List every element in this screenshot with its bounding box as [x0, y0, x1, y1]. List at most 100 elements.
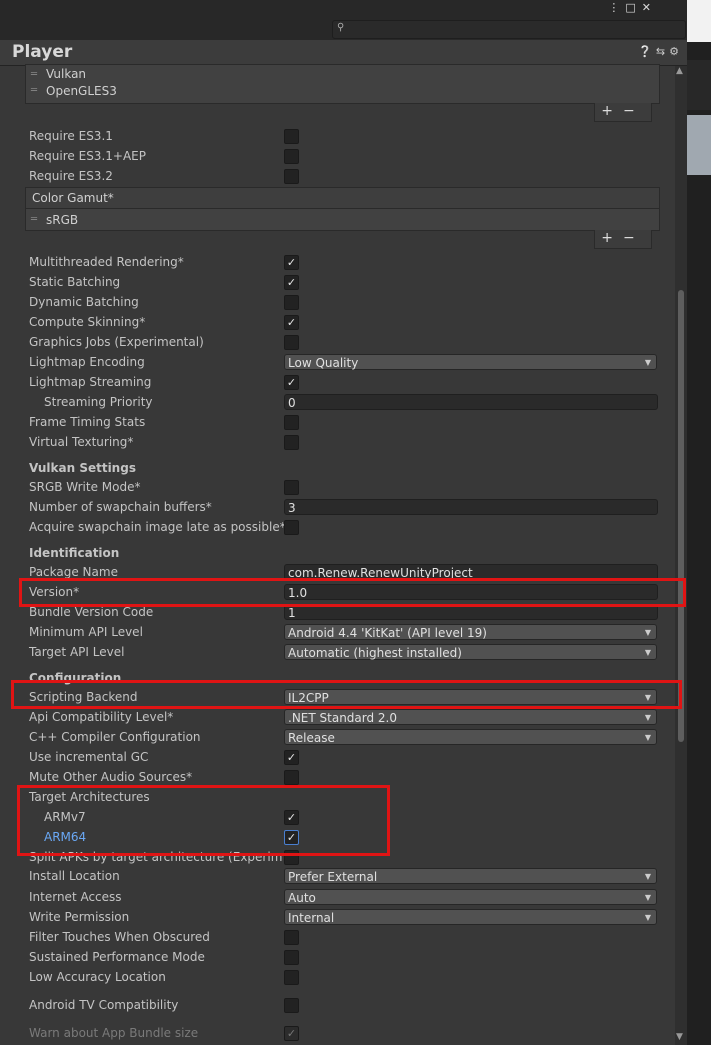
- android-tv-label: Android TV Compatibility: [29, 998, 179, 1012]
- require-es32-checkbox[interactable]: [284, 169, 299, 184]
- install-location-dropdown[interactable]: Prefer External ▼: [284, 868, 657, 884]
- chevron-down-icon: ▼: [644, 893, 651, 902]
- incremental-gc-label: Use incremental GC: [29, 750, 149, 764]
- preset-icon[interactable]: ⇆: [656, 45, 669, 58]
- internet-access-label: Internet Access: [29, 890, 122, 904]
- cpp-compiler-dropdown[interactable]: Release ▼: [284, 729, 657, 745]
- highlight-box-version: [19, 578, 686, 607]
- list-add-remove: +−: [594, 230, 652, 249]
- srgb-write-checkbox[interactable]: [284, 480, 299, 495]
- chevron-down-icon: ▼: [644, 913, 651, 922]
- acquire-late-checkbox[interactable]: [284, 520, 299, 535]
- highlight-box-target-architectures: [17, 785, 390, 856]
- static-batching-checkbox[interactable]: ✓: [284, 275, 299, 290]
- graphics-api-list: ═ Vulkan ═ OpenGLES3: [25, 64, 660, 104]
- require-es32-label: Require ES3.2: [29, 169, 113, 183]
- install-location-label: Install Location: [29, 869, 120, 883]
- frame-timing-checkbox[interactable]: [284, 415, 299, 430]
- require-es31aep-label: Require ES3.1+AEP: [29, 149, 146, 163]
- list-item[interactable]: Vulkan: [46, 67, 86, 81]
- vulkan-settings-header: Vulkan Settings: [29, 461, 136, 475]
- add-icon[interactable]: +: [601, 103, 623, 119]
- multithreaded-label: Multithreaded Rendering*: [29, 255, 184, 269]
- cpp-compiler-label: C++ Compiler Configuration: [29, 730, 201, 744]
- color-gamut-header: Color Gamut*: [25, 187, 660, 209]
- scroll-up-icon[interactable]: ▲: [676, 66, 683, 76]
- sustained-perf-checkbox[interactable]: [284, 950, 299, 965]
- maximize-icon[interactable]: □: [625, 1, 641, 14]
- compute-skinning-checkbox[interactable]: ✓: [284, 315, 299, 330]
- swapchain-buffers-input[interactable]: 3: [284, 499, 658, 515]
- chevron-down-icon: ▼: [644, 628, 651, 637]
- chevron-down-icon: ▼: [644, 872, 651, 881]
- identification-header: Identification: [29, 546, 120, 560]
- remove-icon[interactable]: −: [623, 103, 645, 119]
- color-gamut-list: ═ sRGB: [25, 208, 660, 231]
- dynamic-batching-label: Dynamic Batching: [29, 295, 139, 309]
- frame-timing-label: Frame Timing Stats: [29, 415, 146, 429]
- remove-icon[interactable]: −: [623, 230, 645, 246]
- scroll-down-icon[interactable]: ▼: [676, 1032, 683, 1042]
- acquire-late-label: Acquire swapchain image late as possible…: [29, 520, 286, 534]
- drag-handle-icon[interactable]: ═: [31, 69, 37, 80]
- write-permission-dropdown[interactable]: Internal ▼: [284, 909, 657, 925]
- help-icon[interactable]: ❔: [638, 45, 656, 58]
- require-es31-label: Require ES3.1: [29, 129, 113, 143]
- close-icon[interactable]: ✕: [642, 1, 657, 14]
- target-api-label: Target API Level: [29, 645, 125, 659]
- list-add-remove: +−: [594, 103, 652, 122]
- drag-handle-icon[interactable]: ═: [31, 85, 37, 96]
- static-batching-label: Static Batching: [29, 275, 121, 289]
- target-api-dropdown[interactable]: Automatic (highest installed) ▼: [284, 644, 657, 660]
- app-bundle-warn-checkbox[interactable]: ✓: [284, 1026, 299, 1041]
- menu-icon[interactable]: ⋮: [608, 1, 625, 14]
- graphics-jobs-label: Graphics Jobs (Experimental): [29, 335, 204, 349]
- search-icon: ⚲: [337, 22, 345, 33]
- chevron-down-icon: ▼: [644, 733, 651, 742]
- window-top-bar: ⚲ ⋮□✕: [0, 0, 687, 40]
- multithreaded-checkbox[interactable]: ✓: [284, 255, 299, 270]
- streaming-priority-input[interactable]: 0: [284, 394, 658, 410]
- mute-audio-label: Mute Other Audio Sources*: [29, 770, 193, 784]
- swapchain-buffers-label: Number of swapchain buffers*: [29, 500, 212, 514]
- vertical-scrollbar[interactable]: ▲ ▼: [675, 66, 687, 1045]
- low-accuracy-checkbox[interactable]: [284, 970, 299, 985]
- header-icons: ❔⇆⚙: [638, 45, 683, 58]
- lightmap-streaming-label: Lightmap Streaming: [29, 375, 152, 389]
- filter-touches-checkbox[interactable]: [284, 930, 299, 945]
- streaming-priority-label: Streaming Priority: [44, 395, 153, 409]
- inspector-header: Player ❔⇆⚙: [0, 40, 687, 66]
- player-settings-panel: ═ Vulkan ═ OpenGLES3 +− Require ES3.1 Re…: [0, 64, 686, 1045]
- api-compat-dropdown[interactable]: .NET Standard 2.0 ▼: [284, 709, 657, 725]
- chevron-down-icon: ▼: [644, 358, 651, 367]
- scrollbar-thumb[interactable]: [678, 290, 684, 742]
- list-item[interactable]: sRGB: [46, 213, 78, 227]
- lightmap-streaming-checkbox[interactable]: ✓: [284, 375, 299, 390]
- min-api-label: Minimum API Level: [29, 625, 143, 639]
- require-es31aep-checkbox[interactable]: [284, 149, 299, 164]
- gear-icon[interactable]: ⚙: [669, 45, 683, 58]
- drag-handle-icon[interactable]: ═: [31, 214, 37, 225]
- internet-access-dropdown[interactable]: Auto ▼: [284, 889, 657, 905]
- background-window-strip: [687, 0, 711, 1045]
- api-compat-label: Api Compatibility Level*: [29, 710, 174, 724]
- min-api-dropdown[interactable]: Android 4.4 'KitKat' (API level 19) ▼: [284, 624, 657, 640]
- graphics-jobs-checkbox[interactable]: [284, 335, 299, 350]
- mute-audio-checkbox[interactable]: [284, 770, 299, 785]
- dynamic-batching-checkbox[interactable]: [284, 295, 299, 310]
- filter-touches-label: Filter Touches When Obscured: [29, 930, 210, 944]
- lightmap-encoding-dropdown[interactable]: Low Quality ▼: [284, 354, 657, 370]
- window-controls: ⋮□✕: [608, 1, 657, 14]
- low-accuracy-label: Low Accuracy Location: [29, 970, 166, 984]
- write-permission-label: Write Permission: [29, 910, 130, 924]
- virtual-texturing-checkbox[interactable]: [284, 435, 299, 450]
- add-icon[interactable]: +: [601, 230, 623, 246]
- highlight-box-scripting-backend: [11, 680, 682, 709]
- incremental-gc-checkbox[interactable]: ✓: [284, 750, 299, 765]
- android-tv-checkbox[interactable]: [284, 998, 299, 1013]
- chevron-down-icon: ▼: [644, 713, 651, 722]
- list-item[interactable]: OpenGLES3: [46, 84, 117, 98]
- sustained-perf-label: Sustained Performance Mode: [29, 950, 205, 964]
- require-es31-checkbox[interactable]: [284, 129, 299, 144]
- search-input[interactable]: ⚲: [332, 20, 686, 39]
